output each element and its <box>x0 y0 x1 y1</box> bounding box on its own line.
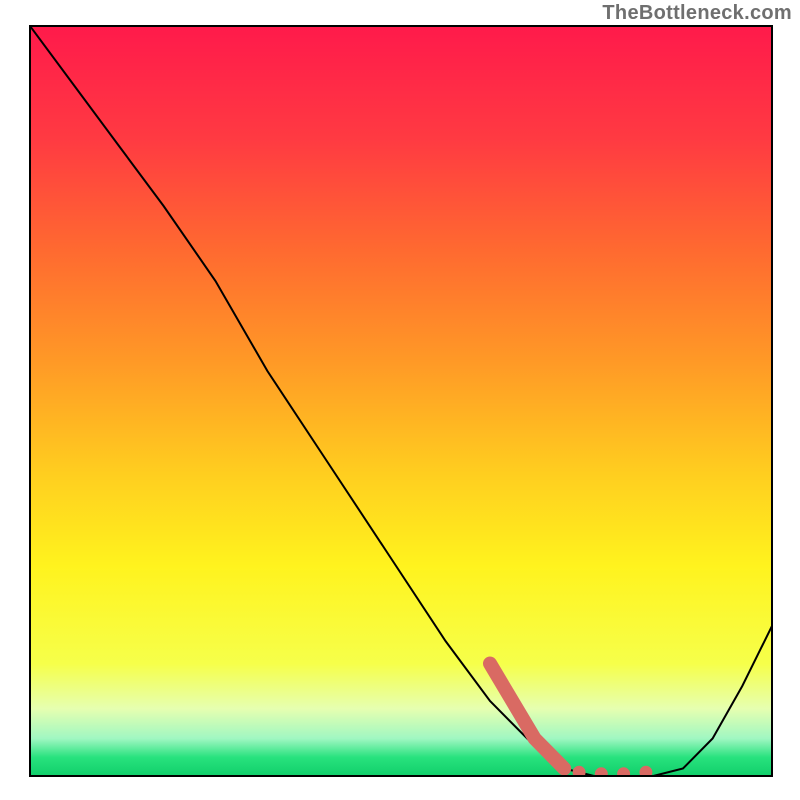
gradient-background <box>30 26 772 776</box>
bottleneck-chart <box>0 0 800 800</box>
highlight-dot <box>617 767 630 780</box>
highlight-dot <box>595 767 608 780</box>
watermark-text: TheBottleneck.com <box>602 2 792 25</box>
chart-container: TheBottleneck.com <box>0 0 800 800</box>
